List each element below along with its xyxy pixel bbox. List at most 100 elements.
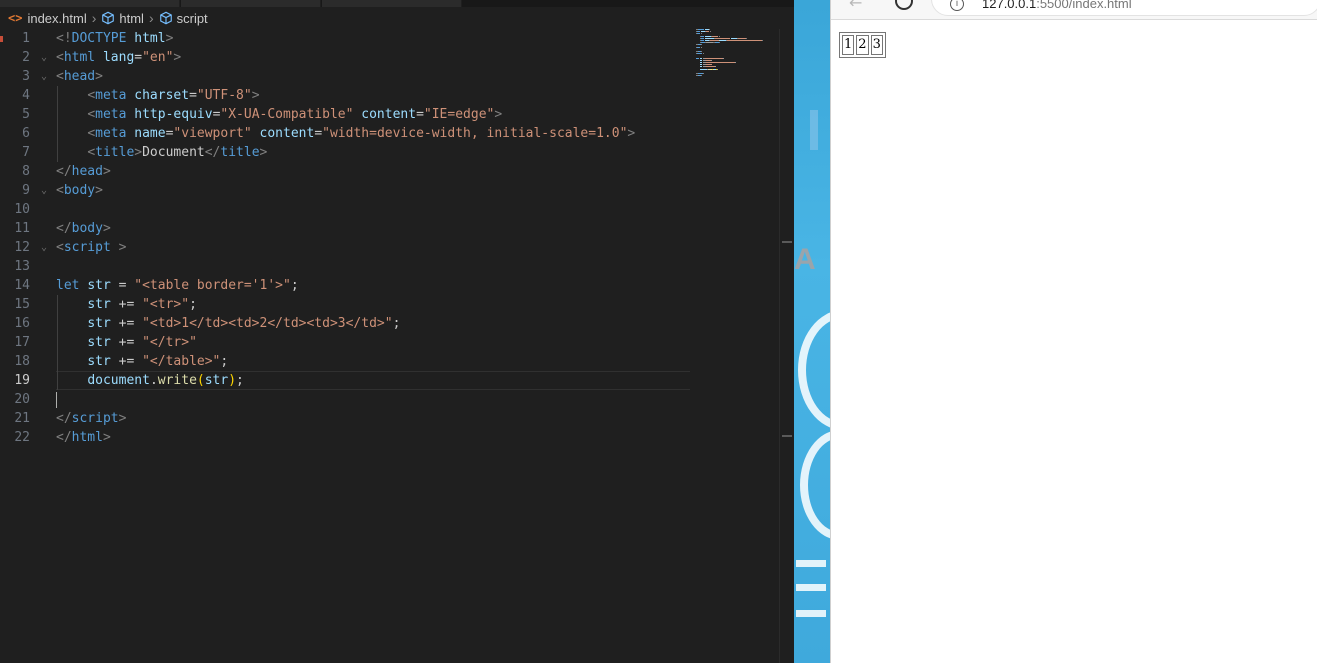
code-line[interactable]: str += "</tr>" (56, 333, 197, 352)
minimap-token (700, 40, 705, 41)
minimap-token (703, 53, 705, 55)
code-token: str (87, 297, 111, 312)
code-token: "viewport" (173, 126, 252, 141)
line-number[interactable]: 2 (0, 48, 30, 67)
code-token: name (134, 126, 166, 141)
address-bar[interactable]: i 127.0.0.1:5500/index.html (931, 0, 1317, 16)
line-number[interactable]: 19 (0, 371, 30, 390)
code-token: > (259, 145, 268, 160)
minimap-token (714, 37, 731, 39)
code-token: < (87, 126, 96, 141)
code-line[interactable]: <meta charset="UTF-8"> (56, 86, 259, 105)
breadcrumb-item-file[interactable]: <> index.html (8, 11, 87, 26)
line-number[interactable]: 13 (0, 257, 30, 276)
symbol-element-icon (102, 11, 115, 25)
code-line[interactable]: <meta http-equiv = "X-UA-Compatible" conte… (56, 105, 502, 124)
code-line[interactable]: str += "<tr>"; (56, 295, 197, 314)
code-line[interactable]: <script > (56, 238, 126, 257)
line-number[interactable]: 6 (0, 124, 30, 143)
scrollbar-marker (782, 435, 792, 437)
code-token: "width=device-width, initial-scale=1.0" (322, 126, 628, 141)
line-number[interactable]: 5 (0, 105, 30, 124)
symbol-element-icon (159, 11, 172, 25)
breadcrumb-item-html[interactable]: html (101, 11, 144, 26)
page-content: 1 2 3 (831, 21, 1317, 663)
breadcrumb-label: index.html (27, 10, 87, 26)
line-number[interactable]: 7 (0, 143, 30, 162)
minimap-token (700, 46, 702, 48)
minimap-token (699, 64, 703, 66)
reload-icon[interactable] (895, 0, 913, 10)
code-line[interactable]: </html> (56, 428, 111, 447)
rendered-table: 1 2 3 (839, 32, 886, 58)
tab-ghost[interactable] (322, 0, 462, 7)
code-line[interactable]: <head> (56, 67, 103, 86)
line-number[interactable]: 20 (0, 390, 30, 409)
breadcrumb-item-script[interactable]: script (159, 11, 208, 26)
line-number[interactable]: 21 (0, 409, 30, 428)
minimap-token (696, 57, 699, 59)
minimap-token (714, 66, 716, 68)
editor-scrollbar[interactable] (779, 29, 794, 663)
tab-ghost[interactable] (0, 0, 180, 7)
line-number[interactable]: 10 (0, 200, 30, 219)
back-arrow-icon[interactable]: ← (849, 0, 862, 12)
code-token: < (56, 50, 64, 65)
minimap-token (738, 37, 747, 39)
code-line[interactable]: <!DOCTYPE html> (56, 29, 173, 48)
code-token: "</table>" (142, 354, 221, 369)
line-number[interactable]: 18 (0, 352, 30, 371)
line-number[interactable]: 15 (0, 295, 30, 314)
code-token: html (71, 430, 103, 445)
code-token: "X-UA-Compatible" (220, 107, 354, 122)
minimap-token (734, 62, 736, 63)
code-line[interactable]: str += "</table>"; (56, 352, 228, 371)
table-row: 1 2 3 (842, 35, 883, 55)
code-line[interactable]: </head> (56, 162, 111, 181)
line-number[interactable]: 16 (0, 314, 30, 333)
fold-chevron-icon[interactable]: ⌄ (38, 67, 50, 86)
code-token: < (87, 88, 96, 103)
code-line[interactable]: <title>Document</title> (56, 143, 267, 162)
minimap-token (697, 29, 705, 30)
code-token: > (173, 50, 182, 65)
line-number[interactable]: 1 (0, 29, 30, 48)
code-line[interactable]: str += "<td>1</td><td>2</td><td>3</td>"; (56, 314, 400, 333)
minimap-token (703, 73, 705, 74)
code-token: str (87, 354, 111, 369)
info-icon[interactable]: i (950, 0, 964, 11)
code-line[interactable]: <meta name="viewport" content="width=dev… (56, 124, 635, 143)
line-number[interactable]: 9 (0, 181, 30, 200)
line-number[interactable]: 4 (0, 86, 30, 105)
code-token: script (71, 411, 119, 426)
line-number[interactable]: 12 (0, 238, 30, 257)
code-token: < (56, 183, 64, 198)
line-number[interactable]: 14 (0, 276, 30, 295)
line-number[interactable]: 11 (0, 219, 30, 238)
line-number[interactable]: 17 (0, 333, 30, 352)
code-line[interactable]: <html lang="en"> (56, 48, 181, 67)
fold-chevron-icon[interactable]: ⌄ (38, 48, 50, 67)
fold-chevron-icon[interactable]: ⌄ (38, 181, 50, 200)
code-editor[interactable]: <> index.html › html › script 1 2 ⌄ 3 ⌄ 4 5 6 7 8… (0, 0, 794, 663)
line-number[interactable]: 22 (0, 428, 30, 447)
line-number[interactable]: 3 (0, 67, 30, 86)
code-token: > (165, 31, 174, 46)
url-text[interactable]: 127.0.0.1:5500/index.html (982, 0, 1132, 11)
code-token: "<tr>" (142, 297, 190, 312)
browser-window: ← i 127.0.0.1:5500/index.html 1 2 3 (830, 0, 1317, 663)
code-line[interactable]: </script> (56, 409, 126, 428)
code-line[interactable]: let str = "<table border='1'>"; (56, 276, 299, 295)
fold-chevron-icon[interactable]: ⌄ (38, 238, 50, 257)
code-token: "en" (142, 50, 174, 65)
code-line[interactable]: </body> (56, 219, 111, 238)
code-line[interactable]: document.write(str); (56, 371, 244, 390)
code-token: "UTF-8" (196, 88, 252, 103)
code-token: > (102, 164, 111, 179)
tab-ghost[interactable] (181, 0, 321, 7)
code-line[interactable]: <body> (56, 181, 103, 200)
minimap[interactable] (696, 29, 778, 89)
line-number[interactable]: 8 (0, 162, 30, 181)
